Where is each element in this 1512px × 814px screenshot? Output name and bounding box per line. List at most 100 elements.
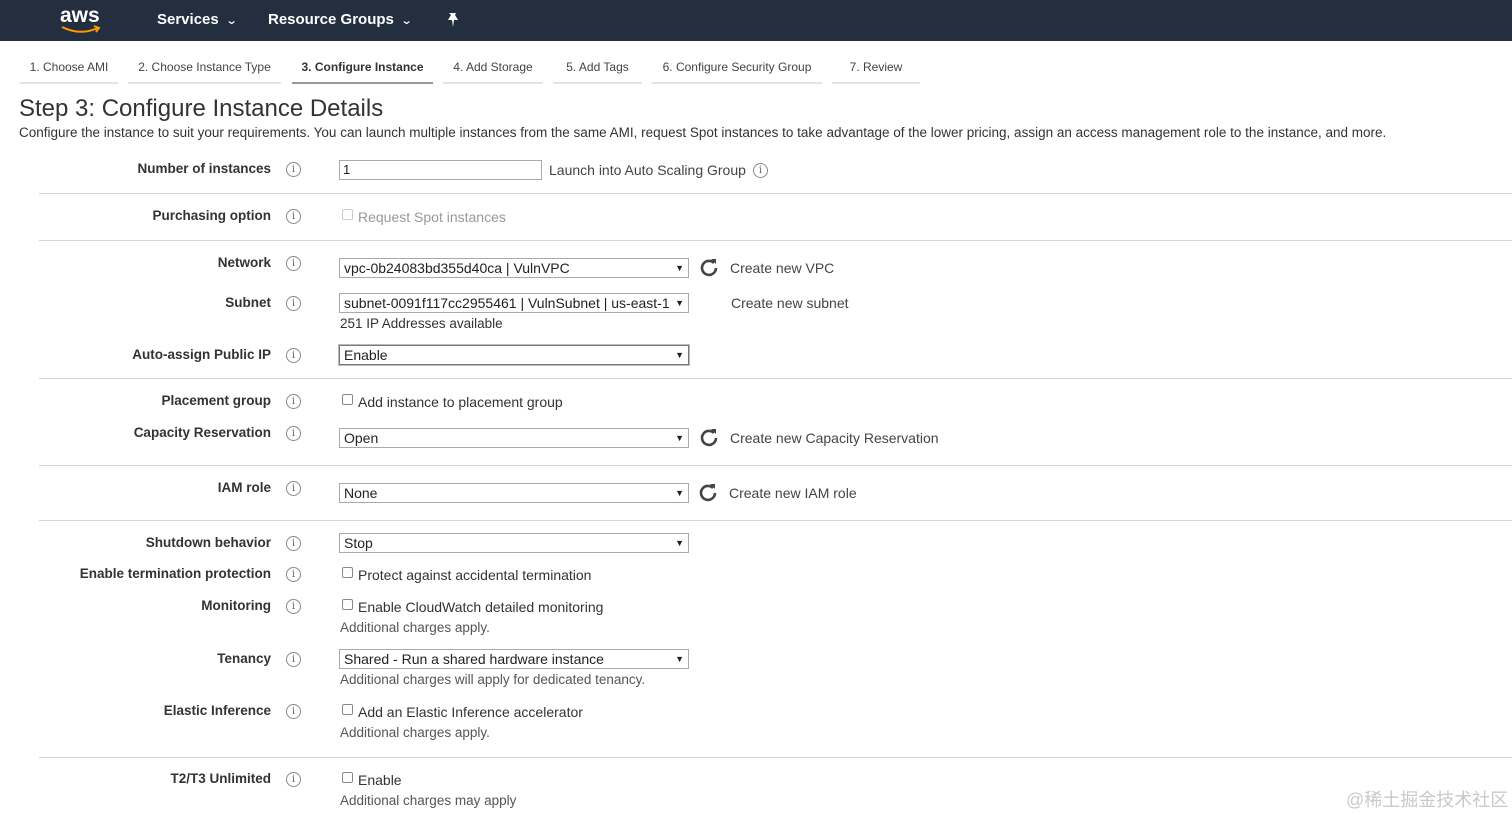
dropdown-arrow-icon: ▼ <box>675 263 684 273</box>
step-choose-instance-type[interactable]: 2. Choose Instance Type <box>128 60 281 84</box>
step-label: 1. Choose AMI <box>29 60 109 74</box>
refresh-icon[interactable] <box>699 257 719 277</box>
elastic-inference-checkbox[interactable] <box>342 704 353 715</box>
create-new-vpc-link[interactable]: Create new VPC <box>730 260 834 276</box>
aws-smile-icon <box>61 25 101 33</box>
capacity-reservation-select[interactable]: Open ▼ <box>339 428 689 448</box>
iam-role-select[interactable]: None ▼ <box>339 483 689 503</box>
services-label: Services <box>157 11 219 28</box>
auto-assign-ip-label: Auto-assign Public IP <box>132 347 271 362</box>
placement-group-checkbox[interactable] <box>342 394 353 405</box>
info-icon[interactable]: i <box>286 652 301 667</box>
step-add-storage[interactable]: 4. Add Storage <box>443 60 543 84</box>
info-icon[interactable]: i <box>286 772 301 787</box>
step-choose-ami[interactable]: 1. Choose AMI <box>20 60 118 84</box>
subnet-select[interactable]: subnet-0091f117cc2955461 | VulnSubnet | … <box>339 293 689 313</box>
resource-groups-label: Resource Groups <box>268 11 394 28</box>
info-icon[interactable]: i <box>286 256 301 271</box>
subnet-value: subnet-0091f117cc2955461 | VulnSubnet | … <box>344 295 670 311</box>
section-divider <box>39 240 1512 241</box>
tenancy-value: Shared - Run a shared hardware instance <box>344 651 604 667</box>
request-spot-label: Request Spot instances <box>358 209 506 225</box>
info-icon[interactable]: i <box>286 536 301 551</box>
step-configure-security-group[interactable]: 6. Configure Security Group <box>652 60 822 84</box>
step-add-tags[interactable]: 5. Add Tags <box>553 60 642 84</box>
elastic-inference-checkbox-label: Add an Elastic Inference accelerator <box>358 704 583 720</box>
info-icon[interactable]: i <box>286 296 301 311</box>
t2t3-unlimited-checkbox-label: Enable <box>358 772 402 788</box>
refresh-icon[interactable] <box>698 482 718 502</box>
info-icon[interactable]: i <box>286 394 301 409</box>
monitoring-label: Monitoring <box>201 598 271 613</box>
step-label: 7. Review <box>849 60 903 74</box>
dropdown-arrow-icon: ▼ <box>675 538 684 548</box>
tenancy-select[interactable]: Shared - Run a shared hardware instance ▼ <box>339 649 689 669</box>
subnet-label: Subnet <box>225 295 271 310</box>
dropdown-arrow-icon: ▼ <box>675 654 684 664</box>
shutdown-behavior-value: Stop <box>344 535 373 551</box>
step-configure-instance[interactable]: 3. Configure Instance <box>292 60 433 84</box>
monitoring-checkbox[interactable] <box>342 599 353 610</box>
info-icon[interactable]: i <box>286 162 301 177</box>
t2t3-unlimited-note: Additional charges may apply <box>340 793 517 808</box>
termination-protection-checkbox[interactable] <box>342 567 353 578</box>
network-value: vpc-0b24083bd355d40ca | VulnVPC <box>344 260 570 276</box>
launch-into-auto-scaling-link[interactable]: Launch into Auto Scaling Group <box>549 162 746 178</box>
step-label: 6. Configure Security Group <box>662 60 812 74</box>
refresh-icon[interactable] <box>699 427 719 447</box>
placement-group-label: Placement group <box>161 393 271 408</box>
monitoring-note: Additional charges apply. <box>340 620 490 635</box>
step-review[interactable]: 7. Review <box>832 60 920 84</box>
elastic-inference-note: Additional charges apply. <box>340 725 490 740</box>
info-icon[interactable]: i <box>286 567 301 582</box>
services-menu[interactable]: Services ⌄ <box>157 11 238 28</box>
create-new-capacity-reservation-link[interactable]: Create new Capacity Reservation <box>730 430 939 446</box>
page-description: Configure the instance to suit your requ… <box>19 125 1387 140</box>
watermark: @稀土掘金技术社区 <box>1346 790 1509 810</box>
t2t3-unlimited-label: T2/T3 Unlimited <box>170 771 271 786</box>
info-icon[interactable]: i <box>286 209 301 224</box>
section-divider <box>39 378 1512 379</box>
network-label: Network <box>217 255 271 270</box>
create-new-subnet-link[interactable]: Create new subnet <box>731 295 849 311</box>
section-divider <box>39 520 1512 521</box>
info-icon[interactable]: i <box>286 481 301 496</box>
wizard-steps: 1. Choose AMI 2. Choose Instance Type 3.… <box>0 41 1512 86</box>
create-new-iam-role-link[interactable]: Create new IAM role <box>729 485 857 501</box>
number-of-instances-input[interactable]: 1 <box>339 160 542 180</box>
auto-assign-ip-value: Enable <box>344 347 388 363</box>
aws-logo[interactable]: aws <box>60 4 104 36</box>
tenancy-label: Tenancy <box>217 651 271 666</box>
info-icon[interactable]: i <box>286 348 301 363</box>
dropdown-arrow-icon: ▼ <box>675 433 684 443</box>
page-title: Step 3: Configure Instance Details <box>19 95 384 122</box>
resource-groups-menu[interactable]: Resource Groups ⌄ <box>268 11 412 28</box>
request-spot-checkbox[interactable] <box>342 209 353 220</box>
ip-addresses-available: 251 IP Addresses available <box>340 316 503 331</box>
info-icon[interactable]: i <box>286 599 301 614</box>
tenancy-note: Additional charges will apply for dedica… <box>340 672 646 687</box>
dropdown-arrow-icon: ▼ <box>675 488 684 498</box>
termination-protection-label: Enable termination protection <box>79 566 271 581</box>
number-of-instances-label: Number of instances <box>137 161 271 176</box>
step-label: 3. Configure Instance <box>301 60 424 74</box>
elastic-inference-label: Elastic Inference <box>163 703 271 718</box>
info-icon[interactable]: i <box>753 163 768 178</box>
section-divider <box>39 193 1512 194</box>
dropdown-arrow-icon: ▼ <box>675 350 684 360</box>
monitoring-checkbox-label: Enable CloudWatch detailed monitoring <box>358 599 604 615</box>
info-icon[interactable]: i <box>286 704 301 719</box>
iam-role-label: IAM role <box>217 480 271 495</box>
termination-protection-checkbox-label: Protect against accidental termination <box>358 567 592 583</box>
network-select[interactable]: vpc-0b24083bd355d40ca | VulnVPC ▼ <box>339 258 689 278</box>
step-label: 5. Add Tags <box>566 60 629 74</box>
pin-icon[interactable] <box>446 12 460 28</box>
dropdown-arrow-icon: ▼ <box>675 298 684 308</box>
shutdown-behavior-select[interactable]: Stop ▼ <box>339 533 689 553</box>
auto-assign-ip-select[interactable]: Enable ▼ <box>339 345 689 365</box>
info-icon[interactable]: i <box>286 426 301 441</box>
chevron-down-icon: ⌄ <box>225 15 238 27</box>
section-divider <box>39 757 1512 758</box>
t2t3-unlimited-checkbox[interactable] <box>342 772 353 783</box>
iam-role-value: None <box>344 485 378 501</box>
